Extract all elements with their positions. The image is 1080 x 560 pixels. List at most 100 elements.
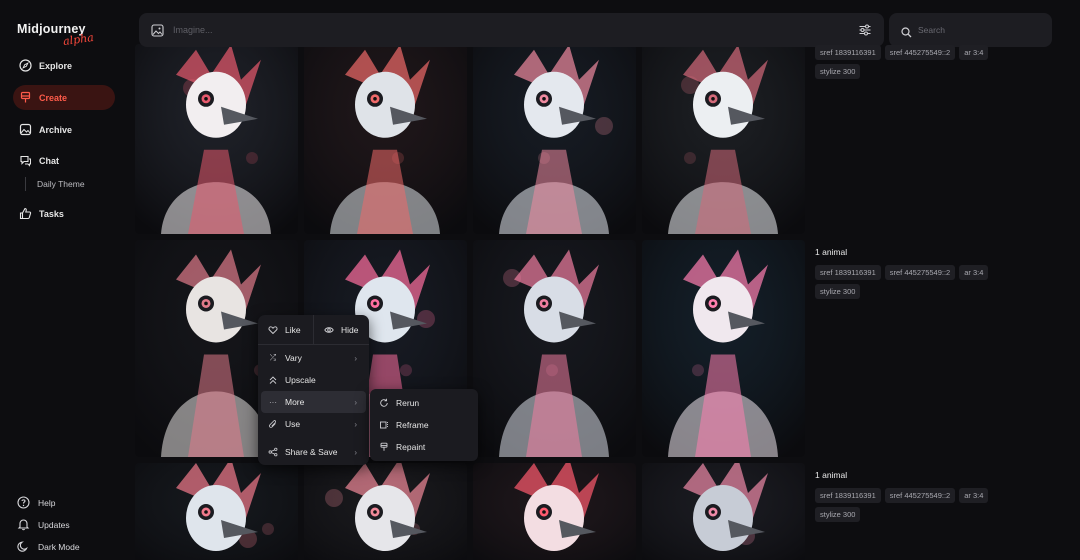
- submenu-item-reframe[interactable]: Reframe: [373, 414, 475, 436]
- thumbs-up-icon: [19, 207, 32, 220]
- param-chip[interactable]: sref 445275549::2: [884, 488, 956, 503]
- menu-item-use[interactable]: Use ›: [261, 413, 366, 435]
- hide-button[interactable]: Hide: [314, 315, 369, 344]
- chevron-right-icon: ›: [354, 397, 357, 407]
- heart-icon: [268, 325, 278, 335]
- param-chip[interactable]: ar 3:4: [959, 488, 989, 503]
- generated-image[interactable]: [642, 463, 805, 560]
- menu-item-label: More: [285, 397, 305, 407]
- param-chip[interactable]: stylize 300: [815, 64, 861, 79]
- sidebar-item-chat[interactable]: Chat: [13, 148, 115, 173]
- submenu-item-label: Repaint: [396, 442, 426, 452]
- refresh-icon: [379, 398, 389, 408]
- updates-label: Updates: [38, 519, 70, 530]
- subnav-divider: [25, 177, 26, 191]
- like-button[interactable]: Like: [258, 315, 314, 344]
- shuffle-icon: ⤮: [269, 353, 277, 362]
- generated-image[interactable]: [304, 463, 467, 560]
- param-chip[interactable]: ar 3:4: [959, 265, 989, 280]
- paperclip-icon: [268, 419, 278, 429]
- help-link[interactable]: Help: [17, 496, 55, 509]
- generated-image[interactable]: [304, 44, 467, 234]
- generated-image[interactable]: [135, 44, 298, 234]
- prompt-title[interactable]: 1 animal: [815, 247, 1015, 257]
- submenu-item-label: Reframe: [396, 420, 429, 430]
- chevron-right-icon: ›: [354, 447, 357, 457]
- alpha-badge: alpha: [62, 30, 95, 49]
- chat-icon: [19, 154, 32, 167]
- image-upload-icon[interactable]: [151, 23, 164, 37]
- sidebar: Midjourney alpha Explore Create Archive …: [0, 0, 128, 560]
- search-box[interactable]: Search: [889, 13, 1052, 47]
- chevron-right-icon: ›: [354, 419, 357, 429]
- logo[interactable]: Midjourney alpha: [17, 22, 95, 48]
- frame-icon: [379, 420, 389, 430]
- help-label: Help: [38, 497, 56, 508]
- submenu-item-label: Rerun: [396, 398, 420, 408]
- imagine-bar[interactable]: Imagine...: [139, 13, 884, 47]
- ellipsis-icon: ···: [269, 397, 277, 407]
- chevron-right-icon: ›: [354, 353, 357, 363]
- imagine-input[interactable]: Imagine...: [173, 25, 213, 35]
- param-chip[interactable]: ar 3:4: [959, 45, 989, 60]
- param-chip[interactable]: stylize 300: [815, 284, 861, 299]
- menu-item-label: Upscale: [285, 375, 316, 385]
- brush-icon: [19, 91, 32, 104]
- menu-item-upscale[interactable]: Upscale: [261, 369, 366, 391]
- hide-label: Hide: [341, 324, 359, 335]
- generated-image[interactable]: [642, 44, 805, 234]
- sidebar-item-create[interactable]: Create: [13, 85, 115, 110]
- more-submenu: Rerun Reframe Repaint: [370, 389, 478, 461]
- like-label: Like: [285, 324, 301, 335]
- context-menu: Like Hide ⤮ Vary › Upscale ··· More › Us…: [258, 315, 369, 465]
- image-icon: [19, 123, 32, 136]
- menu-item-share-save[interactable]: Share & Save ›: [261, 441, 366, 463]
- menu-item-label: Use: [285, 419, 301, 429]
- generated-image[interactable]: [473, 44, 636, 234]
- sidebar-item-label: Chat: [39, 155, 59, 166]
- search-icon: [901, 25, 912, 37]
- param-chip[interactable]: sref 1839116391: [815, 45, 881, 60]
- row-meta-1: sref 1839116391 sref 445275549::2 ar 3:4…: [815, 45, 1015, 79]
- row-meta-2: 1 animal sref 1839116391 sref 445275549:…: [815, 247, 1015, 299]
- param-chip[interactable]: sref 445275549::2: [884, 265, 956, 280]
- submenu-item-rerun[interactable]: Rerun: [373, 392, 475, 414]
- param-chip[interactable]: sref 445275549::2: [884, 45, 956, 60]
- sidebar-item-explore[interactable]: Explore: [13, 53, 115, 78]
- menu-item-vary[interactable]: ⤮ Vary ›: [261, 347, 366, 369]
- param-chip[interactable]: sref 1839116391: [815, 265, 881, 280]
- paint-brush-icon: [379, 442, 389, 452]
- menu-item-label: Share & Save: [285, 447, 338, 457]
- dark-mode-toggle[interactable]: Dark Mode: [17, 540, 80, 553]
- search-input[interactable]: Search: [918, 25, 945, 35]
- generated-image[interactable]: [642, 240, 805, 457]
- row-meta-3: 1 animal sref 1839116391 sref 445275549:…: [815, 470, 1015, 522]
- sidebar-item-label: Tasks: [39, 208, 64, 219]
- compass-icon: [19, 59, 32, 72]
- param-chip[interactable]: stylize 300: [815, 507, 861, 522]
- updates-link[interactable]: Updates: [17, 518, 70, 531]
- generated-image[interactable]: [473, 463, 636, 560]
- param-chips: sref 1839116391 sref 445275549::2 ar 3:4…: [815, 265, 1015, 299]
- param-chips: sref 1839116391 sref 445275549::2 ar 3:4…: [815, 488, 1015, 522]
- settings-sliders-icon[interactable]: [858, 23, 872, 37]
- param-chip[interactable]: sref 1839116391: [815, 488, 881, 503]
- sidebar-item-archive[interactable]: Archive: [13, 117, 115, 142]
- param-chips: sref 1839116391 sref 445275549::2 ar 3:4…: [815, 45, 1015, 79]
- generated-image[interactable]: [473, 240, 636, 457]
- bell-icon: [17, 518, 30, 531]
- menu-item-more[interactable]: ··· More ›: [261, 391, 366, 413]
- prompt-title[interactable]: 1 animal: [815, 470, 1015, 480]
- submenu-item-repaint[interactable]: Repaint: [373, 436, 475, 458]
- menu-item-label: Vary: [285, 353, 302, 363]
- sidebar-item-label: Explore: [39, 60, 73, 71]
- upscale-icon: [268, 375, 278, 385]
- generated-image[interactable]: [135, 463, 298, 560]
- sidebar-item-label: Create: [39, 92, 68, 103]
- sidebar-item-label: Archive: [39, 124, 73, 135]
- help-icon: [17, 496, 30, 509]
- sidebar-item-tasks[interactable]: Tasks: [13, 201, 115, 226]
- sidebar-item-daily-theme[interactable]: Daily Theme: [37, 179, 85, 189]
- share-icon: [268, 447, 278, 457]
- dark-mode-label: Dark Mode: [38, 541, 80, 552]
